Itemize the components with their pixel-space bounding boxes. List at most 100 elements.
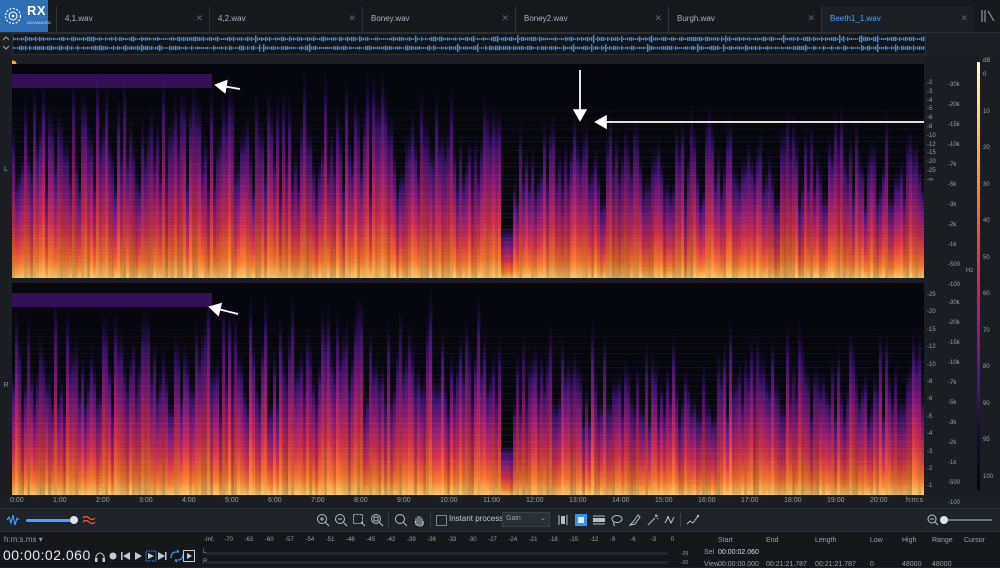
view-high-field[interactable]: 48000 (902, 561, 921, 568)
time-tick: 0:00 (10, 497, 24, 504)
harmonic-selection-icon[interactable] (662, 513, 676, 527)
meter-tick: -20 (681, 560, 689, 566)
hand-tool-icon[interactable] (412, 513, 426, 527)
time-frequency-selection-icon[interactable] (574, 513, 588, 527)
instant-process-label: Instant process (449, 514, 504, 523)
hz-tick: -100 (948, 500, 961, 506)
db-tick: -3 (927, 88, 933, 95)
meter-scale-tick: -60 (264, 537, 274, 543)
view-length-field[interactable]: 00:21:21.787 (815, 561, 856, 568)
db-tick: -2 (927, 80, 933, 86)
hz-units-label: Hz (966, 268, 974, 274)
meter-scale-tick: -54 (305, 537, 315, 543)
db-tick: -12 (927, 141, 936, 148)
colorbar-unit: dB (983, 58, 991, 64)
meter-tick: -25 (681, 551, 689, 557)
time-tick: 19:00 (827, 497, 845, 504)
skip-back-icon[interactable] (121, 552, 130, 560)
meter-scale-tick: 0 (670, 537, 675, 543)
meter-scale-tick: -63 (244, 537, 254, 543)
zoom-tool-icon[interactable] (394, 513, 408, 527)
db-tick: -4 (927, 97, 933, 104)
timecode-display: 00:00:02.060 (3, 547, 91, 563)
colorbar-tick: 50 (983, 254, 990, 261)
header-range: Range (932, 537, 953, 544)
frequency-selection-icon[interactable] (592, 513, 606, 527)
meter-scale-tick: -45 (366, 537, 376, 543)
play-selection-icon[interactable] (145, 550, 157, 562)
db-tick: -20 (927, 309, 936, 316)
colorbar-tick: 80 (983, 364, 990, 370)
gain-select-value: Gain (506, 515, 521, 522)
db-tick: -25 (927, 292, 936, 298)
sel-label: Sel (704, 549, 715, 556)
annotation-arrow (208, 302, 239, 317)
hz-tick: -500 (948, 262, 961, 268)
zoom-out-icon[interactable] (334, 513, 348, 527)
hz-tick: -3k (948, 420, 957, 426)
db-tick: -2 (927, 466, 933, 472)
time-tick: 14:00 (612, 497, 630, 504)
slider-handle[interactable] (940, 516, 948, 524)
colorbar-tick: 60 (983, 291, 990, 297)
spectrogram-blend-slider[interactable] (26, 519, 74, 522)
level-meter-right (206, 561, 668, 564)
time-tick: 12:00 (526, 497, 544, 504)
play-icon[interactable] (135, 552, 142, 560)
colorbar-tick: 40 (983, 218, 990, 224)
time-selection-icon[interactable] (556, 513, 570, 527)
meter-scale-tick: -6 (630, 537, 636, 543)
meter-scale-tick: -42 (386, 537, 396, 543)
expand-panel-icon[interactable] (182, 549, 196, 563)
header-start: Start (718, 537, 733, 544)
colorbar-tick: 90 (983, 400, 990, 407)
db-tick: -6 (927, 396, 933, 403)
colorbar-tick: 100 (983, 473, 994, 480)
transport-controls (94, 549, 190, 563)
pencil-curve-icon[interactable] (686, 513, 700, 527)
view-end-field[interactable]: 00:21:21.787 (766, 561, 807, 568)
sel-start-field[interactable]: 00:00:02.060 (718, 549, 759, 556)
magic-wand-icon[interactable] (646, 513, 660, 527)
time-tick: 13:00 (569, 497, 587, 504)
hz-tick: -5k (948, 400, 957, 406)
db-tick: -5 (927, 106, 933, 113)
colorbar-tick: 20 (983, 145, 990, 151)
zoom-in-icon[interactable] (316, 513, 330, 527)
db-tick: -6 (927, 115, 933, 122)
spectrogram-view-icon[interactable] (82, 513, 96, 527)
zoom-out-small-icon[interactable] (926, 513, 940, 527)
slider-handle[interactable] (70, 516, 78, 524)
brush-icon[interactable] (628, 513, 642, 527)
toolbar: Instant process Gain ⌄ (0, 508, 1000, 531)
time-units-label: h:m:s (906, 497, 924, 504)
time-tick: 18:00 (784, 497, 802, 504)
header-end: End (766, 537, 779, 544)
lasso-icon[interactable] (610, 513, 624, 527)
view-low-field[interactable]: 0 (870, 561, 874, 568)
waveform-view-icon[interactable] (6, 513, 20, 527)
instant-process-checkbox[interactable] (436, 515, 447, 526)
meter-scale-tick: -48 (346, 537, 355, 543)
colorbar-tick: 10 (983, 108, 990, 115)
skip-forward-icon[interactable] (158, 552, 167, 560)
headphones-icon[interactable] (95, 552, 105, 562)
hz-tick: -100 (948, 282, 961, 288)
hz-tick: -3k (948, 202, 957, 208)
toolbar-divider (430, 513, 431, 527)
record-icon[interactable] (109, 552, 117, 560)
db-tick: -10 (927, 361, 936, 368)
hz-tick: -20k (948, 102, 960, 108)
time-format-select[interactable]: h:m:s.ms ▾ (4, 535, 43, 544)
gain-select[interactable]: Gain ⌄ (502, 512, 550, 527)
frequency-zoom-slider[interactable] (942, 519, 992, 521)
colorbar-gradient (977, 62, 980, 490)
meter-scale-tick: -12 (589, 537, 599, 543)
view-start-field[interactable]: 00:00:00.000 (718, 561, 759, 568)
view-range-field[interactable]: 48000 (932, 561, 951, 568)
db-tick: -∞ (927, 176, 934, 183)
zoom-selection-icon[interactable] (352, 513, 366, 527)
meter-scale-tick: -18 (549, 537, 558, 543)
time-tick: 4:00 (182, 497, 196, 504)
zoom-fit-icon[interactable] (370, 513, 384, 527)
